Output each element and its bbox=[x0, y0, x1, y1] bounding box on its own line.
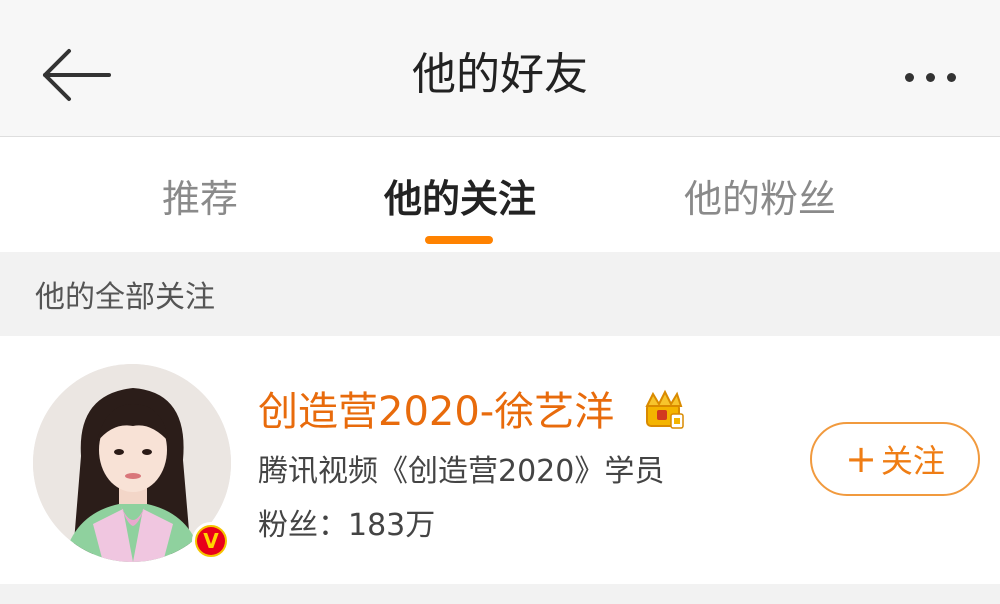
verified-mark: V bbox=[197, 527, 225, 555]
verified-badge: V bbox=[192, 522, 230, 560]
tab-recommend[interactable]: 推荐 bbox=[130, 169, 270, 229]
list-item[interactable]: V 创造营2020-徐艺洋 腾讯视频《创造营2020》学员 粉丝：183万 + … bbox=[0, 336, 1000, 584]
follow-label: 关注 bbox=[880, 442, 945, 480]
more-dots-icon bbox=[904, 72, 914, 82]
crown-icon bbox=[645, 389, 684, 429]
page-title: 他的好友 bbox=[412, 49, 588, 100]
more-dot bbox=[925, 72, 935, 82]
tab-fans[interactable]: 他的粉丝 bbox=[660, 169, 860, 229]
more-dot bbox=[946, 72, 956, 82]
follow-button[interactable]: + 关注 bbox=[810, 422, 980, 496]
active-tab-indicator bbox=[425, 236, 493, 244]
section-header: 他的全部关注 bbox=[0, 252, 1000, 336]
more-button[interactable] bbox=[890, 52, 970, 102]
user-name[interactable]: 创造营2020-徐艺洋 bbox=[258, 386, 614, 438]
list-footer-gap bbox=[0, 584, 1000, 604]
plus-icon: + bbox=[845, 437, 877, 481]
tab-following[interactable]: 他的关注 bbox=[360, 169, 560, 229]
section-title: 他的全部关注 bbox=[35, 280, 215, 315]
tab-bar: 推荐 他的关注 他的粉丝 bbox=[0, 137, 1000, 252]
screen: 他的好友 推荐 他的关注 他的粉丝 他的全部关注 V 创造营2020-徐艺洋 腾… bbox=[0, 0, 1000, 604]
user-fans-count: 粉丝：183万 bbox=[258, 508, 436, 543]
user-description: 腾讯视频《创造营2020》学员 bbox=[258, 454, 665, 489]
top-navbar: 他的好友 bbox=[0, 0, 1000, 137]
